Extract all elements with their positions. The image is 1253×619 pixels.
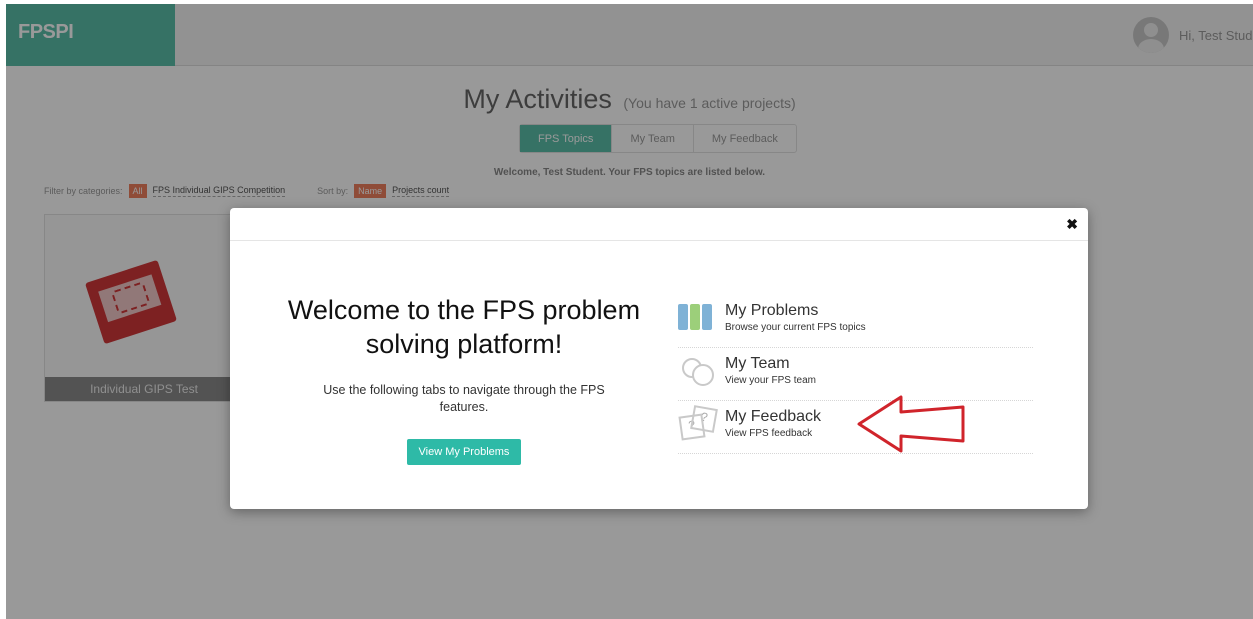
annotation-arrow-icon: [857, 395, 965, 453]
feature-subtitle: View FPS feedback: [725, 428, 813, 439]
team-icon: [678, 354, 716, 386]
view-my-problems-button[interactable]: View My Problems: [406, 439, 522, 465]
close-icon[interactable]: ✖: [1066, 217, 1078, 231]
modal-header: ✖: [230, 208, 1088, 241]
feature-title: My Feedback: [725, 408, 822, 425]
feature-subtitle: View your FPS team: [725, 375, 816, 386]
welcome-modal: ✖ Welcome to the FPS problem solving pla…: [230, 208, 1088, 509]
modal-title: Welcome to the FPS problem solving platf…: [287, 295, 641, 359]
modal-description: Use the following tabs to navigate throu…: [323, 383, 605, 414]
modal-intro: Welcome to the FPS problem solving platf…: [280, 293, 648, 465]
feature-title: My Team: [725, 355, 790, 372]
feature-my-problems[interactable]: My Problems Browse your current FPS topi…: [678, 295, 1033, 348]
feedback-icon: [678, 407, 716, 439]
problems-icon: [678, 301, 716, 333]
app-window: FPSPI Hi, Test Stude My Activities (You …: [6, 4, 1253, 619]
feature-title: My Problems: [725, 302, 819, 319]
feature-subtitle: Browse your current FPS topics: [725, 322, 866, 333]
